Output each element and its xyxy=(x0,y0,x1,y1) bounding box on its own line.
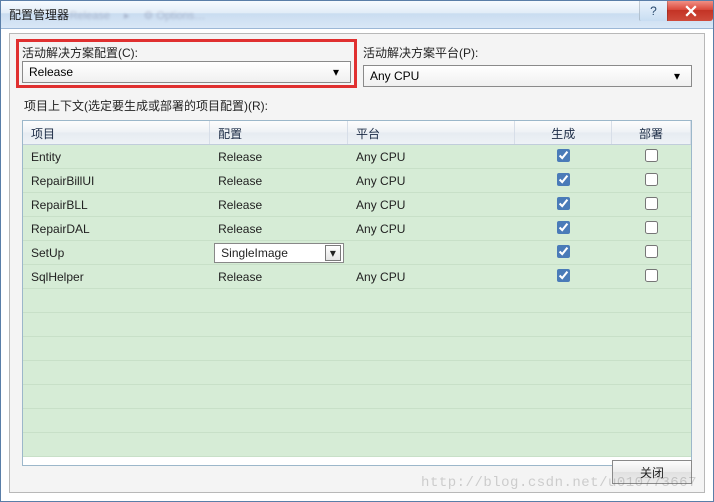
cell-project: SetUp xyxy=(23,246,210,260)
col-project[interactable]: 项目 xyxy=(23,121,210,144)
titlebar[interactable]: ▸ Release▸⚙ Options… 配置管理器 ? xyxy=(1,1,713,29)
cell-platform[interactable]: Any CPU xyxy=(348,198,515,212)
cell-deploy xyxy=(612,149,691,165)
build-checkbox[interactable] xyxy=(557,245,570,258)
cell-project: RepairBillUI xyxy=(23,174,210,188)
solution-config-dropdown[interactable]: Release ▾ xyxy=(22,61,351,83)
cell-project: SqlHelper xyxy=(23,270,210,284)
table-row-empty xyxy=(23,337,691,361)
cell-platform[interactable]: Any CPU xyxy=(348,174,515,188)
cell-platform[interactable]: Any CPU xyxy=(348,270,515,284)
cell-platform[interactable]: Any CPU xyxy=(348,150,515,164)
col-config[interactable]: 配置 xyxy=(210,121,348,144)
solution-config-label: 活动解决方案配置(C): xyxy=(22,44,351,61)
cell-build xyxy=(515,269,612,285)
cell-config[interactable]: Release xyxy=(210,174,348,188)
cell-config[interactable]: SingleImage▾ xyxy=(210,243,348,263)
col-build[interactable]: 生成 xyxy=(515,121,612,144)
cell-config[interactable]: Release xyxy=(210,198,348,212)
cell-config[interactable]: Release xyxy=(210,222,348,236)
cell-deploy xyxy=(612,269,691,285)
table-row-empty xyxy=(23,385,691,409)
cell-config[interactable]: Release xyxy=(210,150,348,164)
build-checkbox[interactable] xyxy=(557,173,570,186)
background-blur: ▸ Release▸⚙ Options… xyxy=(61,3,623,27)
solution-platform-value: Any CPU xyxy=(370,69,669,83)
cell-build xyxy=(515,245,612,261)
table-row-empty xyxy=(23,313,691,337)
cell-deploy xyxy=(612,173,691,189)
cell-deploy xyxy=(612,245,691,261)
chevron-down-icon: ▾ xyxy=(669,69,685,83)
table-row-empty xyxy=(23,409,691,433)
table-row[interactable]: EntityReleaseAny CPU xyxy=(23,145,691,169)
close-window-button[interactable] xyxy=(667,1,713,21)
project-grid: 项目 配置 平台 生成 部署 EntityReleaseAny CPURepai… xyxy=(22,120,692,466)
grid-body: EntityReleaseAny CPURepairBillUIReleaseA… xyxy=(23,145,691,457)
dialog-content: 活动解决方案配置(C): Release ▾ 活动解决方案平台(P): Any … xyxy=(9,33,705,493)
cell-project: RepairBLL xyxy=(23,198,210,212)
cell-build xyxy=(515,149,612,165)
help-button[interactable]: ? xyxy=(639,1,667,21)
chevron-down-icon: ▾ xyxy=(328,65,344,79)
cell-deploy xyxy=(612,221,691,237)
deploy-checkbox[interactable] xyxy=(645,269,658,282)
context-label: 项目上下文(选定要生成或部署的项目配置)(R): xyxy=(10,91,704,118)
chevron-down-icon: ▾ xyxy=(325,245,341,261)
solution-config-group: 活动解决方案配置(C): Release ▾ xyxy=(22,44,351,87)
table-row[interactable]: SqlHelperReleaseAny CPU xyxy=(23,265,691,289)
solution-platform-label: 活动解决方案平台(P): xyxy=(363,44,692,61)
deploy-checkbox[interactable] xyxy=(645,197,658,210)
deploy-checkbox[interactable] xyxy=(645,149,658,162)
window-buttons: ? xyxy=(639,1,713,21)
cell-project: Entity xyxy=(23,150,210,164)
cell-build xyxy=(515,197,612,213)
deploy-checkbox[interactable] xyxy=(645,245,658,258)
close-button[interactable]: 关闭 xyxy=(612,460,692,484)
deploy-checkbox[interactable] xyxy=(645,221,658,234)
solution-platform-group: 活动解决方案平台(P): Any CPU ▾ xyxy=(363,44,692,87)
table-row[interactable]: RepairDALReleaseAny CPU xyxy=(23,217,691,241)
cell-platform[interactable]: Any CPU xyxy=(348,222,515,236)
table-row-empty xyxy=(23,289,691,313)
dialog-footer: 关闭 xyxy=(612,460,692,484)
col-deploy[interactable]: 部署 xyxy=(612,121,691,144)
table-row-empty xyxy=(23,433,691,457)
deploy-checkbox[interactable] xyxy=(645,173,658,186)
config-cell-value: SingleImage xyxy=(221,246,325,260)
cell-build xyxy=(515,221,612,237)
dialog-window: ▸ Release▸⚙ Options… 配置管理器 ? 活动解决方案配置(C)… xyxy=(0,0,714,502)
config-row: 活动解决方案配置(C): Release ▾ 活动解决方案平台(P): Any … xyxy=(10,34,704,91)
col-platform[interactable]: 平台 xyxy=(348,121,515,144)
config-cell-dropdown[interactable]: SingleImage▾ xyxy=(214,243,344,263)
build-checkbox[interactable] xyxy=(557,269,570,282)
cell-project: RepairDAL xyxy=(23,222,210,236)
table-row[interactable]: SetUp SingleImage▾ xyxy=(23,241,691,265)
solution-config-value: Release xyxy=(29,65,328,79)
cell-build xyxy=(515,173,612,189)
close-icon xyxy=(685,5,697,17)
window-title: 配置管理器 xyxy=(9,6,69,23)
cell-deploy xyxy=(612,197,691,213)
table-row-empty xyxy=(23,361,691,385)
build-checkbox[interactable] xyxy=(557,221,570,234)
build-checkbox[interactable] xyxy=(557,149,570,162)
build-checkbox[interactable] xyxy=(557,197,570,210)
table-row[interactable]: RepairBLLReleaseAny CPU xyxy=(23,193,691,217)
highlight-box: 活动解决方案配置(C): Release ▾ xyxy=(16,39,357,88)
solution-platform-dropdown[interactable]: Any CPU ▾ xyxy=(363,65,692,87)
table-row[interactable]: RepairBillUIReleaseAny CPU xyxy=(23,169,691,193)
cell-config[interactable]: Release xyxy=(210,270,348,284)
grid-header: 项目 配置 平台 生成 部署 xyxy=(23,121,691,145)
